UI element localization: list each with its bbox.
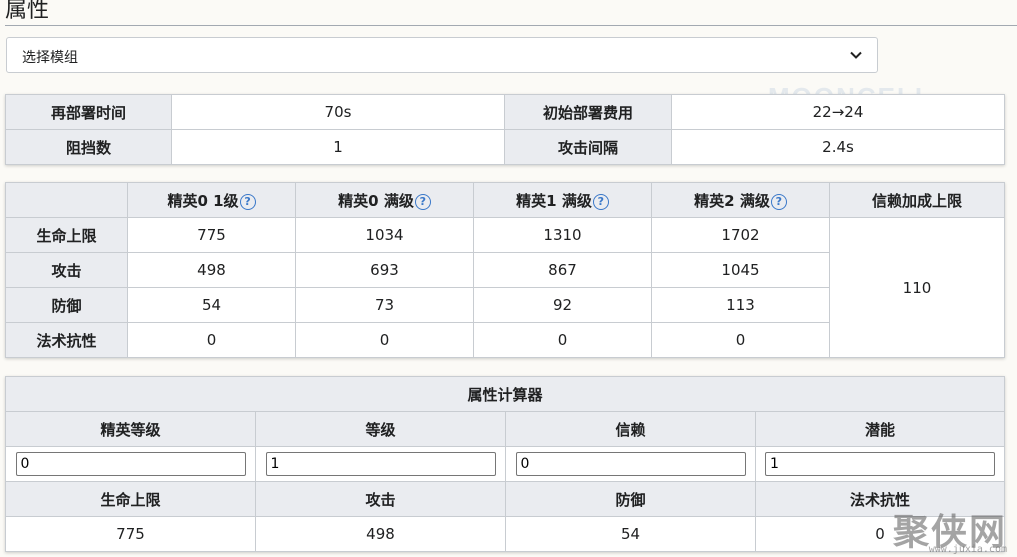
cost-value: 22→24 (671, 94, 1005, 130)
help-icon[interactable]: ? (770, 193, 787, 210)
level-input[interactable] (265, 452, 496, 476)
trust-label: 信赖 (505, 411, 756, 447)
stat-cell: 0 (473, 322, 652, 358)
site-watermark-url: www.juxia.com (928, 544, 1007, 555)
potential-input[interactable] (765, 452, 995, 476)
site-watermark: 聚侠网 www.juxia.com (893, 503, 1007, 555)
stat-cell: 1702 (651, 217, 830, 253)
row-label-def: 防御 (5, 287, 128, 323)
stat-cell: 0 (127, 322, 296, 358)
col-e0-1: 精英0 1级? (127, 182, 296, 218)
stats-corner (5, 182, 128, 218)
col-e0-max: 精英0 满级? (295, 182, 474, 218)
module-select[interactable]: 选择模组 (6, 37, 878, 73)
help-icon[interactable]: ? (592, 193, 609, 210)
table-row: 生命上限 775 1034 1310 1702 110 (5, 217, 1005, 358)
trust-cell (505, 446, 756, 482)
calc-hp-value: 775 (5, 516, 256, 552)
page-title: 属性 (5, 0, 50, 23)
deploy-table: 再部署时间 70s 初始部署费用 22→24 阻挡数 1 攻击间隔 2.4s (5, 94, 1005, 165)
calc-atk-label: 攻击 (255, 481, 506, 517)
stat-cell: 0 (295, 322, 474, 358)
interval-value: 2.4s (671, 129, 1005, 165)
potential-label: 潜能 (754, 411, 1006, 447)
calculator-title: 属性计算器 (4, 376, 1006, 412)
col-trust-bonus: 信赖加成上限 (829, 182, 1005, 218)
help-icon[interactable]: ? (414, 193, 431, 210)
elite-label: 精英等级 (5, 411, 256, 447)
trust-bonus-value: 110 (829, 217, 1005, 358)
stat-cell: 867 (473, 252, 652, 288)
stat-cell: 1045 (651, 252, 830, 288)
calc-def-label: 防御 (505, 481, 756, 517)
col-e1-max: 精英1 满级? (473, 182, 652, 218)
stats-table: 精英0 1级? 精英0 满级? 精英1 满级? 精英2 满级? 信赖加成上限 生… (5, 182, 1005, 358)
attribute-calculator: 属性计算器 精英等级 等级 信赖 潜能 生命上限 攻击 防御 法术抗性 775 … (4, 376, 1006, 552)
calc-atk-value: 498 (255, 516, 506, 552)
stat-cell: 498 (127, 252, 296, 288)
elite-cell (5, 446, 256, 482)
help-icon[interactable]: ? (239, 193, 256, 210)
row-label-hp: 生命上限 (5, 217, 128, 253)
chevron-down-icon (850, 51, 862, 59)
calc-hp-label: 生命上限 (5, 481, 256, 517)
block-label: 阻挡数 (5, 129, 172, 165)
level-label: 等级 (255, 411, 506, 447)
stat-cell: 73 (295, 287, 474, 323)
stat-cell: 775 (127, 217, 296, 253)
redeploy-value: 70s (171, 94, 505, 130)
level-cell (255, 446, 506, 482)
module-select-value: 选择模组 (22, 50, 78, 66)
row-label-res: 法术抗性 (5, 322, 128, 358)
stat-cell: 693 (295, 252, 474, 288)
elite-input[interactable] (15, 452, 246, 476)
stat-cell: 113 (651, 287, 830, 323)
calc-def-value: 54 (505, 516, 756, 552)
cost-label: 初始部署费用 (504, 94, 672, 130)
interval-label: 攻击间隔 (504, 129, 672, 165)
stat-cell: 0 (651, 322, 830, 358)
block-value: 1 (171, 129, 505, 165)
stat-cell: 1310 (473, 217, 652, 253)
redeploy-label: 再部署时间 (5, 94, 172, 130)
trust-input[interactable] (515, 452, 746, 476)
col-e2-max: 精英2 满级? (651, 182, 830, 218)
row-label-atk: 攻击 (5, 252, 128, 288)
stat-cell: 92 (473, 287, 652, 323)
title-divider (5, 25, 1017, 26)
potential-cell (754, 446, 1006, 482)
stat-cell: 1034 (295, 217, 474, 253)
stat-cell: 54 (127, 287, 296, 323)
